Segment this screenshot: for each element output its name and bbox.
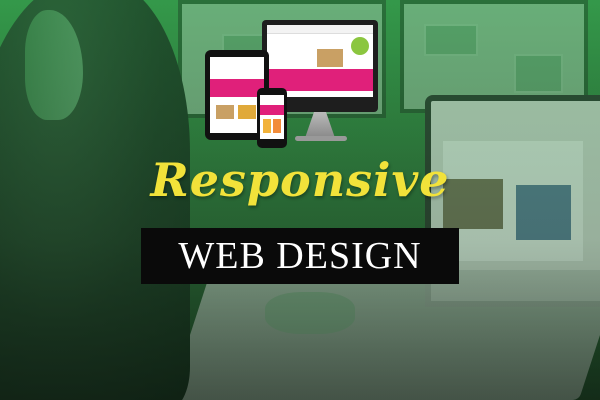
screen-thumbnail	[263, 119, 271, 133]
screen-badge	[351, 37, 369, 55]
smartphone-icon	[257, 88, 287, 148]
screen-thumbnail	[238, 105, 256, 119]
screen-thumbnail	[273, 119, 281, 133]
screen-header	[267, 25, 373, 34]
screen-thumbnail	[216, 105, 234, 119]
tablet-screen	[210, 57, 264, 133]
responsive-web-design-banner: Responsive WEB DESIGN	[0, 0, 600, 400]
screen-pink-band	[210, 79, 264, 97]
screen-thumbnail	[317, 49, 343, 67]
phone-screen	[260, 95, 284, 139]
subtitle-box: WEB DESIGN	[141, 228, 459, 284]
responsive-devices-illustration	[205, 20, 385, 160]
screen-pink-band	[260, 105, 284, 115]
monitor-stand	[305, 112, 335, 138]
headline-responsive: Responsive	[150, 153, 450, 207]
monitor-base	[295, 136, 347, 141]
subtitle-web-design: WEB DESIGN	[178, 235, 422, 277]
desktop-screen	[267, 25, 373, 97]
